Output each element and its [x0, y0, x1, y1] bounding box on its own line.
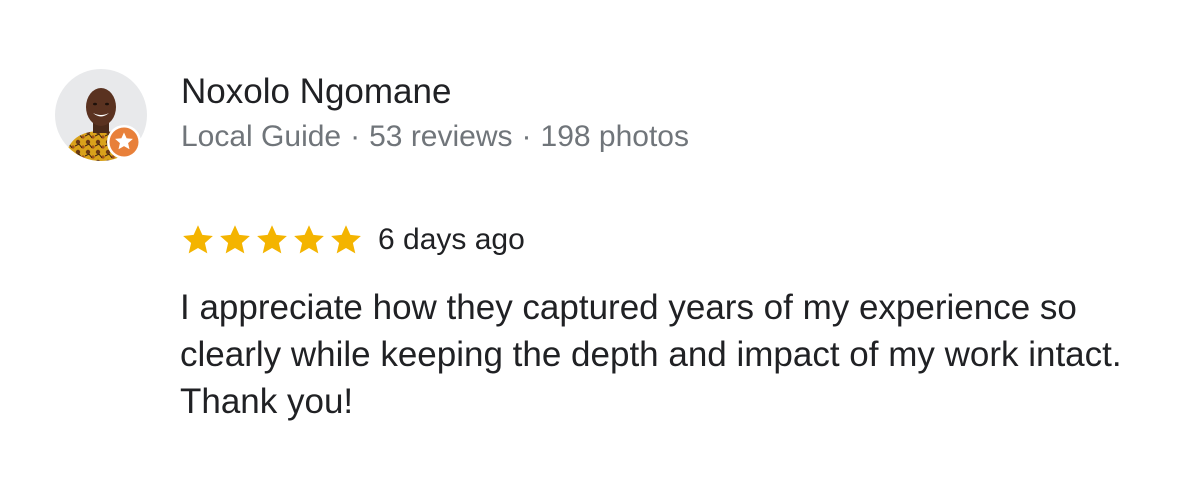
- star-icon: [220, 225, 250, 254]
- rating-row: 6 days ago: [180, 220, 525, 260]
- review-date: 6 days ago: [378, 223, 525, 256]
- reviewer-meta: Local Guide · 53 reviews · 198 photos: [181, 117, 689, 157]
- reviewer-name[interactable]: Noxolo Ngomane: [181, 70, 451, 114]
- review-card: Noxolo Ngomane Local Guide · 53 reviews · 19…: [0, 0, 1200, 487]
- star-rating: [180, 222, 365, 258]
- reviewer-review-count: 53 reviews: [369, 120, 513, 153]
- star-icon: [183, 225, 213, 254]
- review-text: I appreciate how they captured years of …: [180, 288, 1122, 421]
- reviewer-photo-count: 198 photos: [540, 120, 689, 153]
- reviewer-level: Local Guide: [181, 120, 342, 153]
- local-guide-badge-icon: [106, 124, 142, 160]
- meta-separator: ·: [521, 120, 532, 153]
- meta-separator: ·: [350, 120, 361, 153]
- star-icon: [331, 225, 361, 254]
- star-icon: [257, 225, 287, 254]
- avatar[interactable]: [55, 69, 147, 161]
- star-icon: [294, 225, 324, 254]
